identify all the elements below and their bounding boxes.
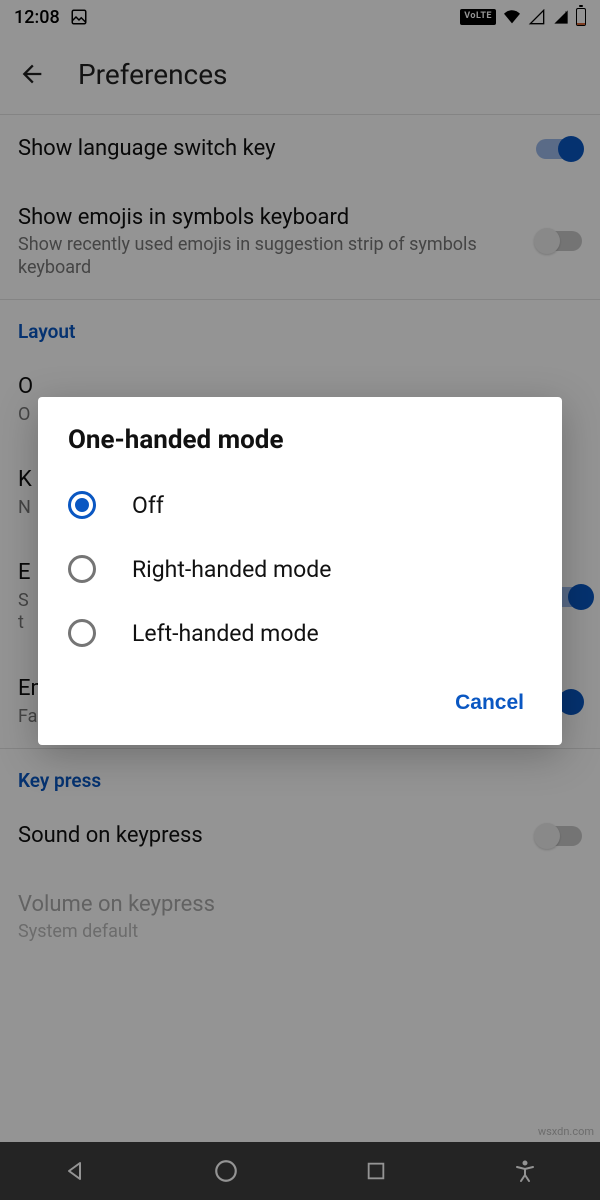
radio-button[interactable] — [68, 555, 96, 583]
cancel-button[interactable]: Cancel — [443, 683, 536, 723]
radio-option-right[interactable]: Right-handed mode — [38, 537, 562, 601]
radio-option-off[interactable]: Off — [38, 473, 562, 537]
radio-button[interactable] — [68, 619, 96, 647]
radio-option-left[interactable]: Left-handed mode — [38, 601, 562, 665]
radio-label: Right-handed mode — [132, 556, 331, 583]
dialog-title: One-handed mode — [38, 425, 562, 473]
radio-label: Left-handed mode — [132, 620, 319, 647]
radio-button[interactable] — [68, 491, 96, 519]
one-handed-mode-dialog: One-handed mode Off Right-handed mode Le… — [38, 397, 562, 745]
radio-label: Off — [132, 492, 164, 519]
